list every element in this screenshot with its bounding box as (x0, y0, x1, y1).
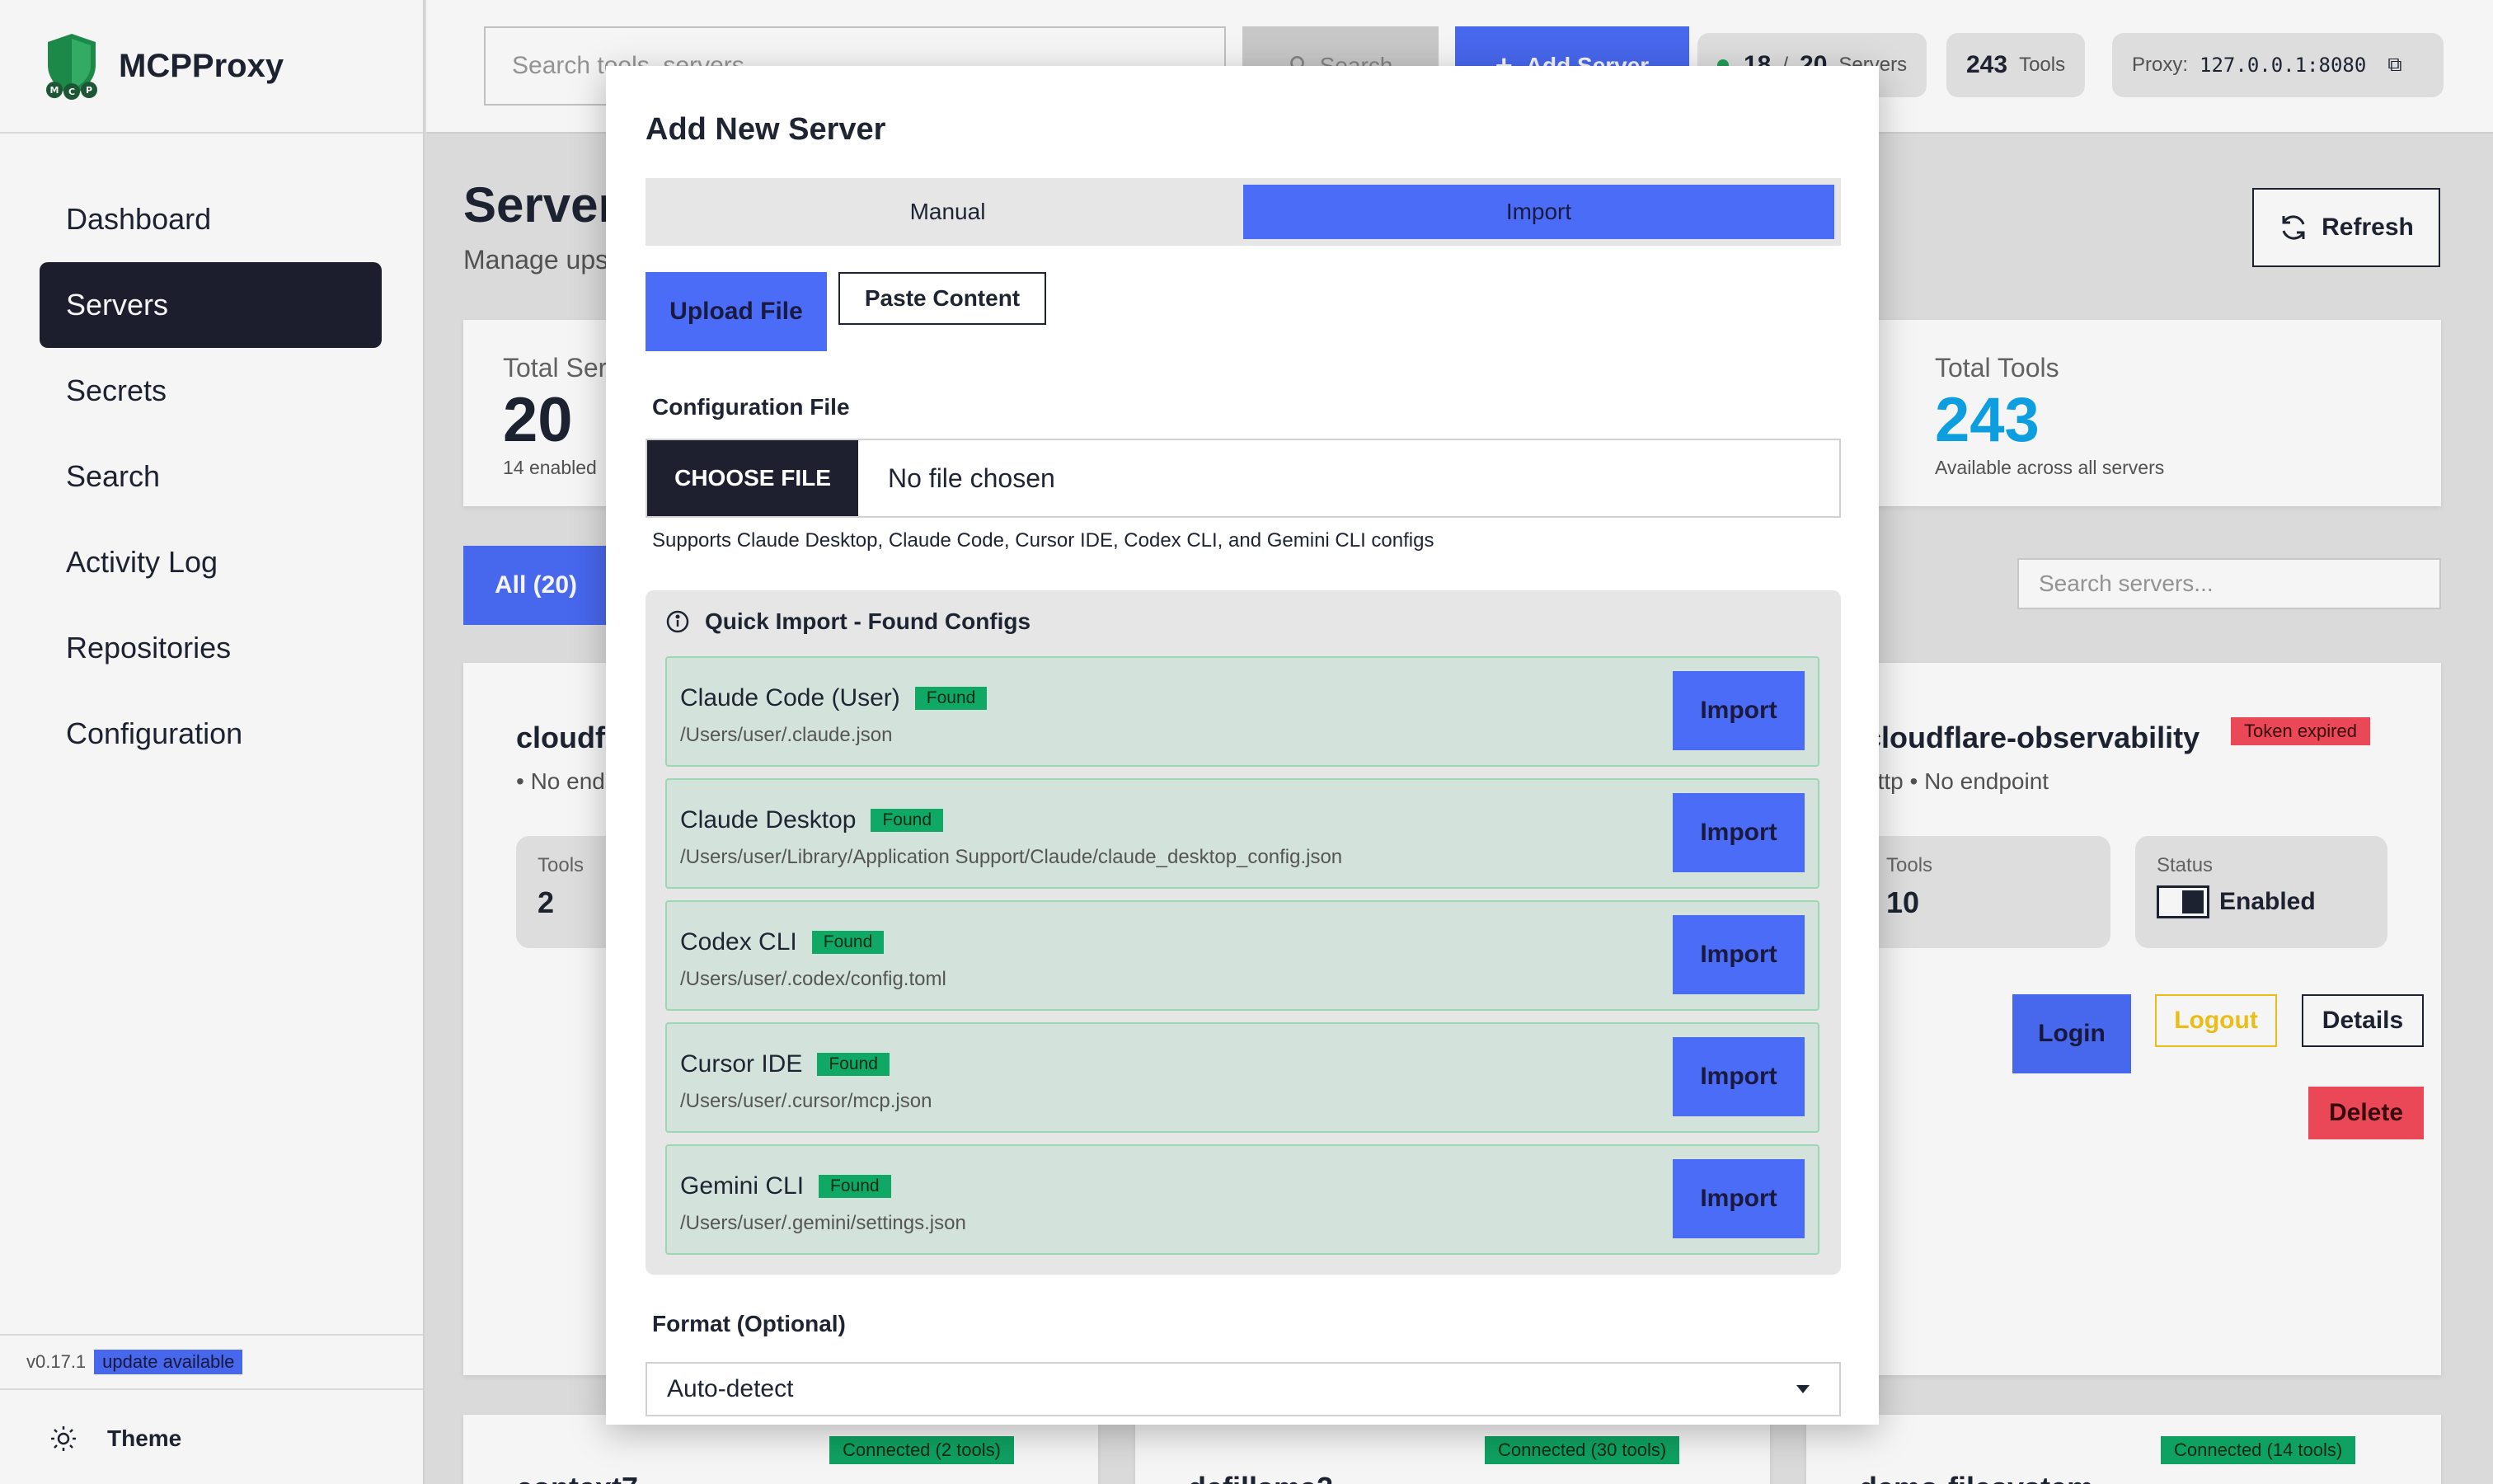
format-value: Auto-detect (667, 1375, 794, 1402)
tab-manual[interactable]: Manual (652, 185, 1243, 239)
found-badge: Found (871, 809, 944, 832)
config-row-gemini-cli: Gemini CLI Found /Users/user/.gemini/sett… (665, 1144, 1819, 1255)
chevron-down-icon (1796, 1385, 1810, 1393)
found-badge: Found (914, 687, 988, 710)
import-cursor-ide-button[interactable]: Import (1673, 1037, 1805, 1116)
tab-import[interactable]: Import (1243, 185, 1834, 239)
quick-import-title: Quick Import - Found Configs (705, 608, 1031, 634)
format-label: Format (Optional) (652, 1311, 846, 1336)
info-icon (666, 610, 689, 633)
modal-title: Add New Server (646, 112, 886, 147)
add-server-modal: Add New Server Manual Import Upload File… (606, 66, 1879, 1425)
quick-import-header: Quick Import - Found Configs (665, 608, 1031, 635)
config-name: Gemini CLI (680, 1172, 805, 1200)
config-row-claude-desktop: Claude Desktop Found /Users/user/Library/… (665, 778, 1819, 889)
config-name: Claude Desktop (680, 806, 857, 834)
import-codex-cli-button[interactable]: Import (1673, 915, 1805, 994)
found-badge: Found (817, 1053, 890, 1076)
config-path: /Users/user/.codex/config.toml (680, 968, 946, 990)
supported-configs-hint: Supports Claude Desktop, Claude Code, Cu… (652, 529, 1434, 552)
found-badge: Found (819, 1175, 891, 1198)
found-badge: Found (811, 931, 885, 954)
config-file-label: Configuration File (652, 394, 850, 420)
config-name: Claude Code (User) (680, 684, 900, 711)
config-name: Codex CLI (680, 928, 797, 956)
config-row-codex-cli: Codex CLI Found /Users/user/.codex/config… (665, 900, 1819, 1011)
config-row-cursor-ide: Cursor IDE Found /Users/user/.cursor/mcp.… (665, 1022, 1819, 1133)
config-name: Cursor IDE (680, 1050, 803, 1078)
quick-import-panel: Quick Import - Found Configs Claude Code… (646, 590, 1841, 1275)
format-select[interactable]: Auto-detect (646, 1362, 1841, 1416)
no-file-text: No file chosen (888, 463, 1055, 493)
config-path: /Users/user/Library/Application Support/… (680, 846, 1343, 868)
config-file-input[interactable]: CHOOSE FILE No file chosen (646, 439, 1841, 518)
paste-content-button[interactable]: Paste Content (838, 272, 1046, 325)
modal-tabs: Manual Import (646, 178, 1841, 246)
config-row-claude-code: Claude Code (User) Found /Users/user/.cla… (665, 656, 1819, 767)
import-claude-desktop-button[interactable]: Import (1673, 793, 1805, 872)
config-path: /Users/user/.cursor/mcp.json (680, 1090, 932, 1112)
choose-file-button[interactable]: CHOOSE FILE (647, 440, 858, 516)
import-gemini-cli-button[interactable]: Import (1673, 1159, 1805, 1238)
import-claude-code-button[interactable]: Import (1673, 671, 1805, 750)
config-path: /Users/user/.claude.json (680, 724, 893, 746)
upload-file-button[interactable]: Upload File (646, 272, 827, 351)
config-path: /Users/user/.gemini/settings.json (680, 1212, 966, 1234)
